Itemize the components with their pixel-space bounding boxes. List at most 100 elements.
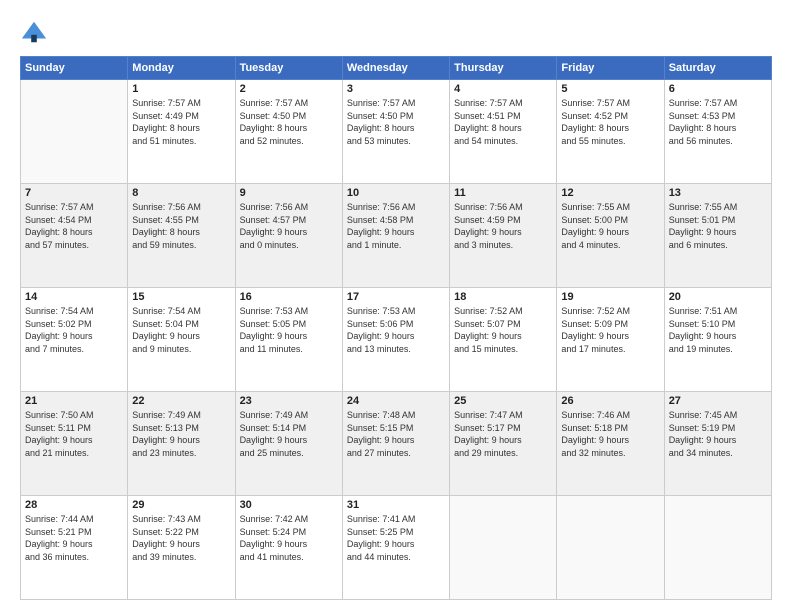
day-info: Sunrise: 7:55 AM Sunset: 5:01 PM Dayligh… [669,201,767,251]
day-number: 15 [132,291,230,303]
day-number: 5 [561,83,659,95]
day-number: 19 [561,291,659,303]
calendar-cell: 8 Sunrise: 7:56 AM Sunset: 4:55 PM Daylig… [128,184,235,288]
day-number: 18 [454,291,552,303]
day-number: 1 [132,83,230,95]
day-number: 30 [240,499,338,511]
calendar-cell: 6 Sunrise: 7:57 AM Sunset: 4:53 PM Daylig… [664,80,771,184]
day-number: 20 [669,291,767,303]
day-info: Sunrise: 7:49 AM Sunset: 5:14 PM Dayligh… [240,409,338,459]
day-info: Sunrise: 7:44 AM Sunset: 5:21 PM Dayligh… [25,513,123,563]
day-info: Sunrise: 7:57 AM Sunset: 4:53 PM Dayligh… [669,97,767,147]
calendar-cell: 19 Sunrise: 7:52 AM Sunset: 5:09 PM Dayli… [557,288,664,392]
calendar-cell: 14 Sunrise: 7:54 AM Sunset: 5:02 PM Dayli… [21,288,128,392]
day-info: Sunrise: 7:57 AM Sunset: 4:50 PM Dayligh… [240,97,338,147]
day-info: Sunrise: 7:56 AM Sunset: 4:55 PM Dayligh… [132,201,230,251]
logo [20,18,52,46]
calendar-cell: 16 Sunrise: 7:53 AM Sunset: 5:05 PM Dayli… [235,288,342,392]
day-info: Sunrise: 7:57 AM Sunset: 4:52 PM Dayligh… [561,97,659,147]
day-number: 11 [454,187,552,199]
day-number: 3 [347,83,445,95]
day-number: 4 [454,83,552,95]
day-number: 2 [240,83,338,95]
day-number: 13 [669,187,767,199]
calendar-week-row: 28Sunrise: 7:44 AM Sunset: 5:21 PM Dayli… [21,496,772,600]
day-number: 22 [132,395,230,407]
day-info: Sunrise: 7:42 AM Sunset: 5:24 PM Dayligh… [240,513,338,563]
day-number: 16 [240,291,338,303]
day-info: Sunrise: 7:53 AM Sunset: 5:06 PM Dayligh… [347,305,445,355]
day-info: Sunrise: 7:52 AM Sunset: 5:09 PM Dayligh… [561,305,659,355]
weekday-header-wednesday: Wednesday [342,57,449,80]
calendar: SundayMondayTuesdayWednesdayThursdayFrid… [20,56,772,600]
calendar-cell: 29 Sunrise: 7:43 AM Sunset: 5:22 PM Dayli… [128,496,235,600]
weekday-header-tuesday: Tuesday [235,57,342,80]
day-number: 14 [25,291,123,303]
day-info: Sunrise: 7:48 AM Sunset: 5:15 PM Dayligh… [347,409,445,459]
calendar-cell: 7 Sunrise: 7:57 AM Sunset: 4:54 PM Daylig… [21,184,128,288]
logo-icon [20,18,48,46]
day-info: Sunrise: 7:56 AM Sunset: 4:57 PM Dayligh… [240,201,338,251]
calendar-cell: 24 Sunrise: 7:48 AM Sunset: 5:15 PM Dayli… [342,392,449,496]
day-info: Sunrise: 7:41 AM Sunset: 5:25 PM Dayligh… [347,513,445,563]
day-info: Sunrise: 7:56 AM Sunset: 4:58 PM Dayligh… [347,201,445,251]
calendar-cell: 26 Sunrise: 7:46 AM Sunset: 5:18 PM Dayli… [557,392,664,496]
weekday-header-row: SundayMondayTuesdayWednesdayThursdayFrid… [21,57,772,80]
calendar-week-row: 14 Sunrise: 7:54 AM Sunset: 5:02 PM Dayli… [21,288,772,392]
calendar-cell: 17Sunrise: 7:53 AM Sunset: 5:06 PM Dayli… [342,288,449,392]
header [20,18,772,46]
day-number: 23 [240,395,338,407]
day-info: Sunrise: 7:57 AM Sunset: 4:50 PM Dayligh… [347,97,445,147]
day-number: 7 [25,187,123,199]
calendar-week-row: 21 Sunrise: 7:50 AM Sunset: 5:11 PM Dayli… [21,392,772,496]
day-info: Sunrise: 7:54 AM Sunset: 5:04 PM Dayligh… [132,305,230,355]
day-number: 6 [669,83,767,95]
day-number: 25 [454,395,552,407]
day-info: Sunrise: 7:55 AM Sunset: 5:00 PM Dayligh… [561,201,659,251]
day-info: Sunrise: 7:56 AM Sunset: 4:59 PM Dayligh… [454,201,552,251]
day-info: Sunrise: 7:57 AM Sunset: 4:49 PM Dayligh… [132,97,230,147]
weekday-header-monday: Monday [128,57,235,80]
calendar-cell: 25 Sunrise: 7:47 AM Sunset: 5:17 PM Dayli… [450,392,557,496]
day-number: 12 [561,187,659,199]
calendar-cell: 27Sunrise: 7:45 AM Sunset: 5:19 PM Dayli… [664,392,771,496]
day-info: Sunrise: 7:47 AM Sunset: 5:17 PM Dayligh… [454,409,552,459]
day-info: Sunrise: 7:53 AM Sunset: 5:05 PM Dayligh… [240,305,338,355]
day-number: 26 [561,395,659,407]
weekday-header-friday: Friday [557,57,664,80]
day-info: Sunrise: 7:46 AM Sunset: 5:18 PM Dayligh… [561,409,659,459]
calendar-cell [450,496,557,600]
calendar-cell: 5 Sunrise: 7:57 AM Sunset: 4:52 PM Daylig… [557,80,664,184]
day-info: Sunrise: 7:54 AM Sunset: 5:02 PM Dayligh… [25,305,123,355]
calendar-cell: 12 Sunrise: 7:55 AM Sunset: 5:00 PM Dayli… [557,184,664,288]
day-number: 8 [132,187,230,199]
day-info: Sunrise: 7:57 AM Sunset: 4:54 PM Dayligh… [25,201,123,251]
day-info: Sunrise: 7:45 AM Sunset: 5:19 PM Dayligh… [669,409,767,459]
calendar-cell [664,496,771,600]
day-number: 21 [25,395,123,407]
calendar-cell: 10 Sunrise: 7:56 AM Sunset: 4:58 PM Dayli… [342,184,449,288]
day-number: 24 [347,395,445,407]
calendar-cell: 11 Sunrise: 7:56 AM Sunset: 4:59 PM Dayli… [450,184,557,288]
weekday-header-sunday: Sunday [21,57,128,80]
calendar-cell: 22 Sunrise: 7:49 AM Sunset: 5:13 PM Dayli… [128,392,235,496]
day-number: 29 [132,499,230,511]
day-info: Sunrise: 7:51 AM Sunset: 5:10 PM Dayligh… [669,305,767,355]
weekday-header-thursday: Thursday [450,57,557,80]
day-number: 10 [347,187,445,199]
day-info: Sunrise: 7:52 AM Sunset: 5:07 PM Dayligh… [454,305,552,355]
calendar-cell: 15 Sunrise: 7:54 AM Sunset: 5:04 PM Dayli… [128,288,235,392]
day-info: Sunrise: 7:43 AM Sunset: 5:22 PM Dayligh… [132,513,230,563]
calendar-cell: 4Sunrise: 7:57 AM Sunset: 4:51 PM Daylig… [450,80,557,184]
day-number: 31 [347,499,445,511]
day-info: Sunrise: 7:50 AM Sunset: 5:11 PM Dayligh… [25,409,123,459]
calendar-cell: 28Sunrise: 7:44 AM Sunset: 5:21 PM Dayli… [21,496,128,600]
calendar-week-row: 1 Sunrise: 7:57 AM Sunset: 4:49 PM Daylig… [21,80,772,184]
calendar-week-row: 7 Sunrise: 7:57 AM Sunset: 4:54 PM Daylig… [21,184,772,288]
calendar-cell: 2 Sunrise: 7:57 AM Sunset: 4:50 PM Daylig… [235,80,342,184]
page: SundayMondayTuesdayWednesdayThursdayFrid… [0,0,792,612]
day-info: Sunrise: 7:49 AM Sunset: 5:13 PM Dayligh… [132,409,230,459]
calendar-cell: 23 Sunrise: 7:49 AM Sunset: 5:14 PM Dayli… [235,392,342,496]
day-number: 9 [240,187,338,199]
calendar-cell: 31 Sunrise: 7:41 AM Sunset: 5:25 PM Dayli… [342,496,449,600]
